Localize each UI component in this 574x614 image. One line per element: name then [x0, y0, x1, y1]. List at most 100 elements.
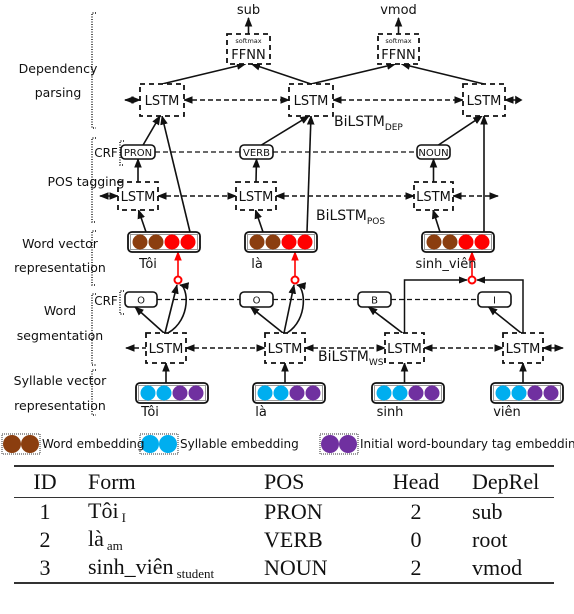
syllable-vector-embedding [135, 382, 209, 404]
dep-bilstm-end-arrow [515, 95, 523, 105]
cell-head: 2 [410, 499, 422, 524]
arrow-wslstm-wstag [134, 306, 165, 334]
lstm-label: LSTM [416, 190, 451, 205]
arrow-deplstm-ffnn [400, 62, 485, 85]
arrow-wslstm-wstag [249, 306, 284, 334]
arrow-wslstm-wstag [367, 306, 403, 334]
conll-example-table: ID Form POS Head DepRel 1 Tôi I PRON 2 su… [14, 465, 554, 584]
table-row: 3 sinh_viên student NOUN 2 vmod [14, 554, 554, 583]
section-label-ws: segmentation [17, 328, 103, 343]
syllable-label: là [255, 405, 267, 420]
embedding-circle [474, 234, 490, 250]
cell-id: 3 [39, 555, 51, 580]
dep-output-label: vmod [380, 3, 417, 18]
embedding-circle [305, 385, 321, 401]
lstm-label: LSTM [294, 94, 329, 109]
embedding-circle [273, 385, 289, 401]
dep-output-label: sub [237, 3, 260, 18]
arrow-wordvec-poslstm [137, 209, 147, 233]
syllable-vector-embedding [252, 382, 326, 404]
embedding-circle [172, 385, 188, 401]
cell-pos: NOUN [264, 555, 328, 580]
word-label: sinh_viên [416, 257, 477, 272]
crf-label-pos: CRF [94, 146, 118, 160]
softmax-label: softmax [235, 37, 261, 45]
word-vector-embedding [421, 231, 495, 253]
word-vector-embedding [244, 231, 318, 253]
embedding-circle [426, 234, 442, 250]
form-gloss: student [176, 566, 215, 581]
embedding-circle [257, 385, 273, 401]
cell-form: Tôi I [76, 498, 264, 527]
embedding-circle [132, 234, 148, 250]
arrow-wordvec-poslstm [431, 209, 441, 233]
legend-swatch-syllable_embedding [159, 435, 177, 453]
cell-head: 2 [410, 555, 422, 580]
embedding-circle [392, 385, 408, 401]
table-row: 1 Tôi I PRON 2 sub [14, 498, 554, 527]
arrow-wslstm-wstag [487, 306, 522, 334]
arrow-postag-deplstm [261, 115, 310, 146]
table-header-row: ID Form POS Head DepRel [14, 466, 554, 498]
embedding-circle [249, 234, 265, 250]
cell-id: 1 [39, 499, 51, 524]
header-id: ID [33, 469, 57, 494]
arrow-wslstm-composition [164, 284, 179, 334]
embedding-circle [376, 385, 392, 401]
syllable-label: sinh [377, 405, 404, 420]
embedding-circle [281, 234, 297, 250]
legend-swatch-tag_embedding [339, 435, 357, 453]
form-gloss: I [121, 510, 126, 525]
bilstm-ws-label: BiLSTMWS [318, 349, 384, 368]
legend-swatch-tag_embedding [321, 435, 339, 453]
cell-deprel: root [472, 527, 508, 552]
embedding-circle [424, 385, 440, 401]
crf-label-ws: CRF [94, 294, 118, 308]
form-text: sinh_viên [88, 554, 174, 579]
word-vector-embedding [127, 231, 201, 253]
form-text: Tôi [88, 498, 119, 523]
section-label-pos: POS tagging [47, 174, 124, 189]
section-label-sylvec: representation [14, 398, 106, 413]
elbow-arrow-sinh-composition [403, 276, 468, 333]
syllable-label: Tôi [140, 405, 159, 420]
pos-tag-label: NOUN [418, 148, 448, 159]
form-gloss: am [106, 538, 123, 553]
cell-deprel: sub [472, 499, 503, 524]
section-label-ws: Word [44, 303, 76, 318]
syllable-label: viên [493, 405, 521, 420]
arrow-wordvec-poslstm [254, 209, 264, 233]
syllable-vector-embedding [371, 382, 445, 404]
embedding-circle [408, 385, 424, 401]
composition-node-icon [173, 275, 183, 285]
ws-tag-label: B [371, 296, 378, 307]
word-label: Tôi [138, 257, 157, 272]
lstm-label: LSTM [506, 342, 541, 357]
arrow-postag-deplstm [438, 115, 483, 146]
cell-pos: PRON [264, 499, 323, 524]
embedding-circle [442, 234, 458, 250]
section-label-wordvec: Word vector [22, 236, 99, 251]
arrow-deplstm-ffnn [161, 62, 247, 85]
header-form: Form [88, 469, 136, 494]
embedding-circle [180, 234, 196, 250]
arrow-postag-deplstm [142, 115, 161, 146]
word-label: là [251, 257, 263, 272]
arrow-poslstm-postag [252, 158, 261, 183]
legend-label: Word embedding [42, 437, 145, 451]
embedding-circle [148, 234, 164, 250]
legend-item [1, 433, 41, 455]
arrow-wordvec-deplstm [306, 115, 315, 233]
embedding-circle [164, 234, 180, 250]
cell-form: sinh_viên student [76, 554, 264, 583]
legend-swatch-word_embedding [3, 435, 21, 453]
ffnn-label: FFNN [231, 48, 265, 63]
header-deprel: DepRel [472, 469, 540, 494]
pos-tag-label: VERB [243, 148, 270, 159]
lstm-label: LSTM [387, 342, 422, 357]
crf-bracket-ws [119, 290, 124, 315]
lstm-label: LSTM [121, 190, 156, 205]
legend-swatch-word_embedding [21, 435, 39, 453]
composition-node-icon [467, 275, 477, 285]
lstm-label: LSTM [149, 342, 184, 357]
